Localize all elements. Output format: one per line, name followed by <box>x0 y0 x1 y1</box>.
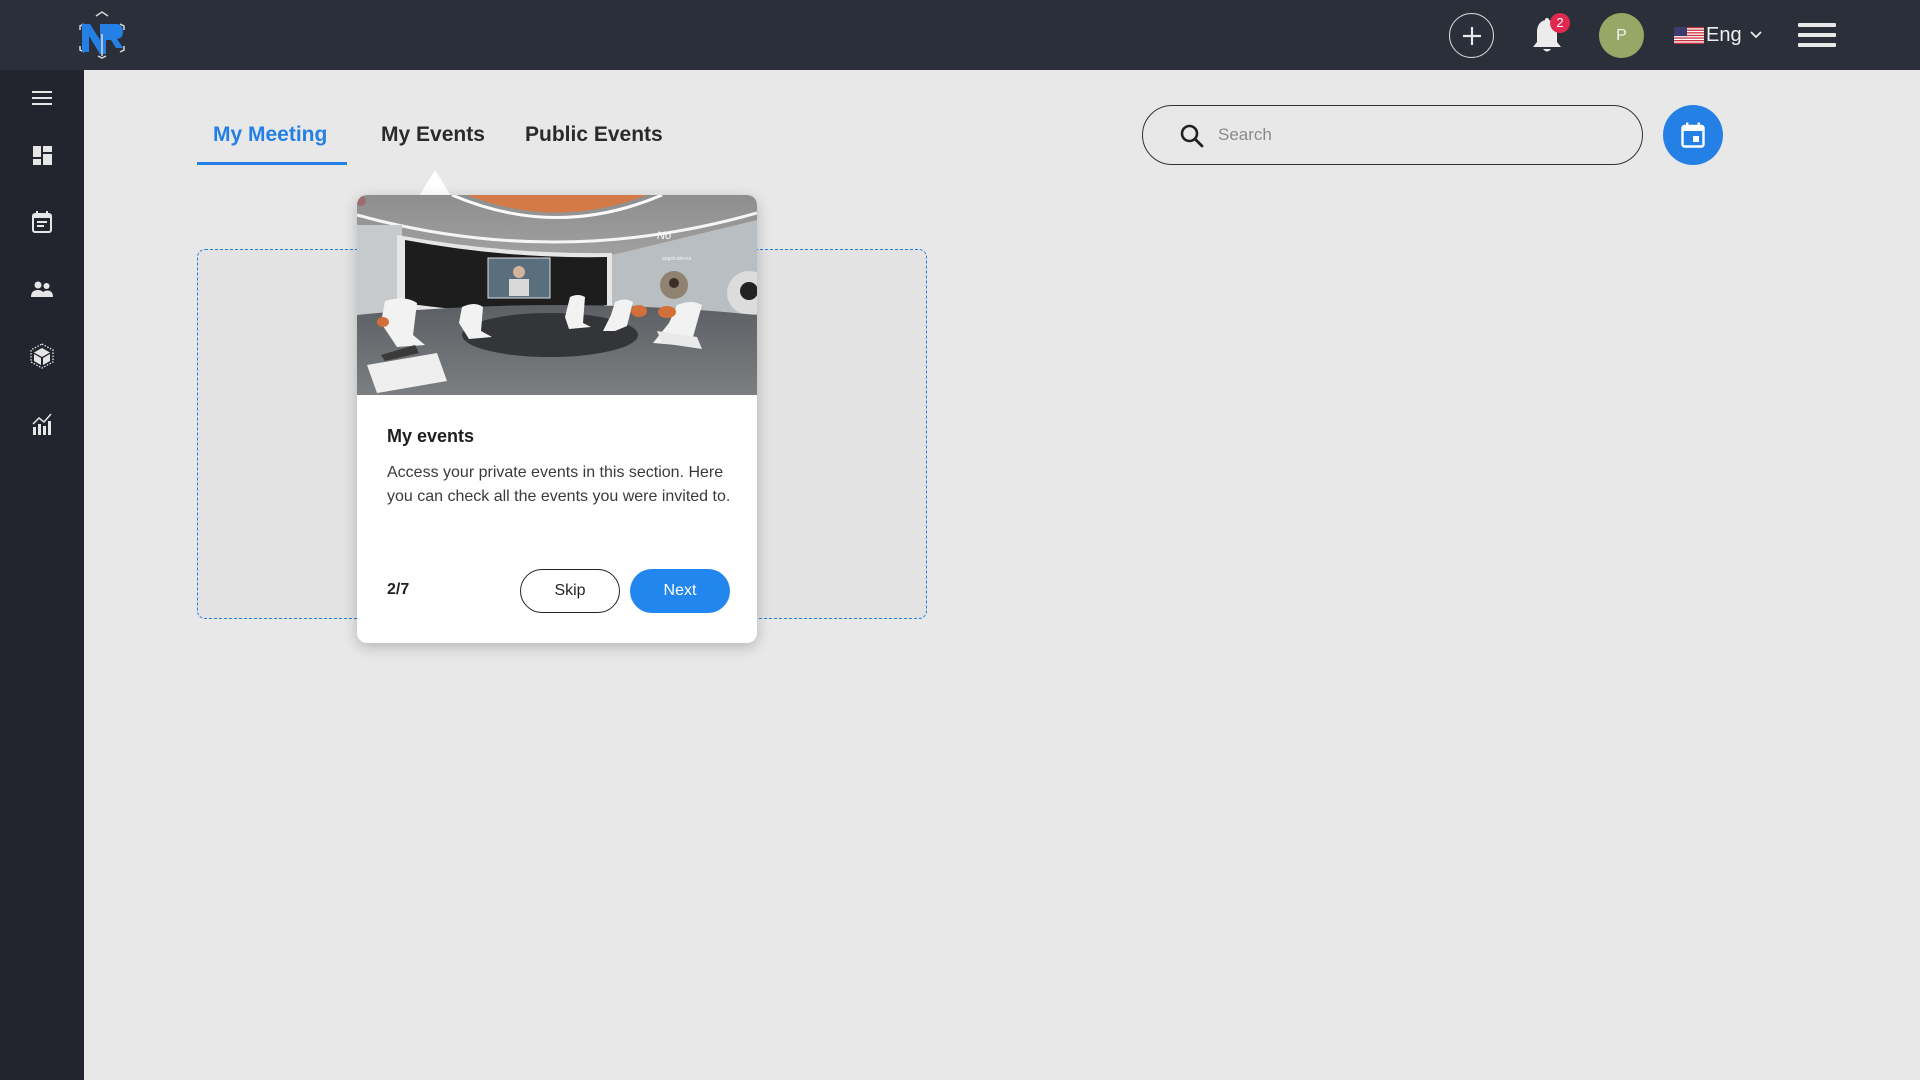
language-selector[interactable]: Eng <box>1674 22 1762 48</box>
next-step-button[interactable]: Next <box>630 569 730 613</box>
tour-description: Access your private events in this secti… <box>387 464 731 505</box>
tour-popover-arrow <box>419 170 451 196</box>
cube-icon <box>30 343 54 369</box>
logo-icon <box>79 11 125 59</box>
search-bar <box>1142 105 1643 165</box>
virtual-room-image: No angelcabrera <box>357 195 757 395</box>
tour-step-counter: 2/7 <box>387 581 410 598</box>
sidebar <box>0 70 84 1080</box>
sidebar-item-analytics[interactable] <box>20 402 64 446</box>
sidebar-item-users[interactable] <box>20 267 64 311</box>
sidebar-item-menu[interactable] <box>20 76 64 120</box>
sidebar-item-events[interactable] <box>20 200 64 244</box>
tour-popover: No angelcabrera My events Access your pr… <box>357 195 757 643</box>
search-input[interactable] <box>1218 118 1618 152</box>
top-header: 2 P Eng <box>0 0 1920 70</box>
tab-my-meeting[interactable]: My Meeting <box>213 113 327 165</box>
user-avatar[interactable]: P <box>1599 13 1644 58</box>
active-tab-indicator <box>197 162 347 165</box>
sidebar-item-3d-spaces[interactable] <box>20 334 64 378</box>
us-flag-icon <box>1674 26 1704 44</box>
room-overlay-text: No <box>657 230 671 242</box>
calendar-button[interactable] <box>1663 105 1723 165</box>
tab-my-events[interactable]: My Events <box>381 113 485 165</box>
calendar-icon <box>1681 122 1705 148</box>
calendar-icon <box>32 211 52 233</box>
room-name-tag: angelcabrera <box>662 256 691 262</box>
people-icon <box>31 281 53 297</box>
hamburger-icon <box>32 91 52 105</box>
chevron-down-icon <box>1749 31 1762 39</box>
hamburger-icon-line <box>1798 43 1836 47</box>
hamburger-icon-line <box>1798 23 1836 27</box>
add-button[interactable] <box>1449 13 1494 58</box>
plus-icon <box>1462 26 1481 45</box>
language-label: Eng <box>1706 23 1742 46</box>
app-logo[interactable] <box>76 10 128 60</box>
sidebar-item-dashboard[interactable] <box>20 133 64 177</box>
skip-tour-button[interactable]: Skip <box>520 569 620 613</box>
dashboard-icon <box>32 145 52 165</box>
main-menu-button[interactable] <box>1796 20 1838 50</box>
search-icon <box>1180 124 1204 148</box>
tour-title: My events <box>387 426 475 446</box>
hamburger-icon-line <box>1798 33 1836 37</box>
chart-icon <box>32 413 52 435</box>
notification-count-badge: 2 <box>1550 13 1570 33</box>
tab-public-events[interactable]: Public Events <box>525 113 663 165</box>
